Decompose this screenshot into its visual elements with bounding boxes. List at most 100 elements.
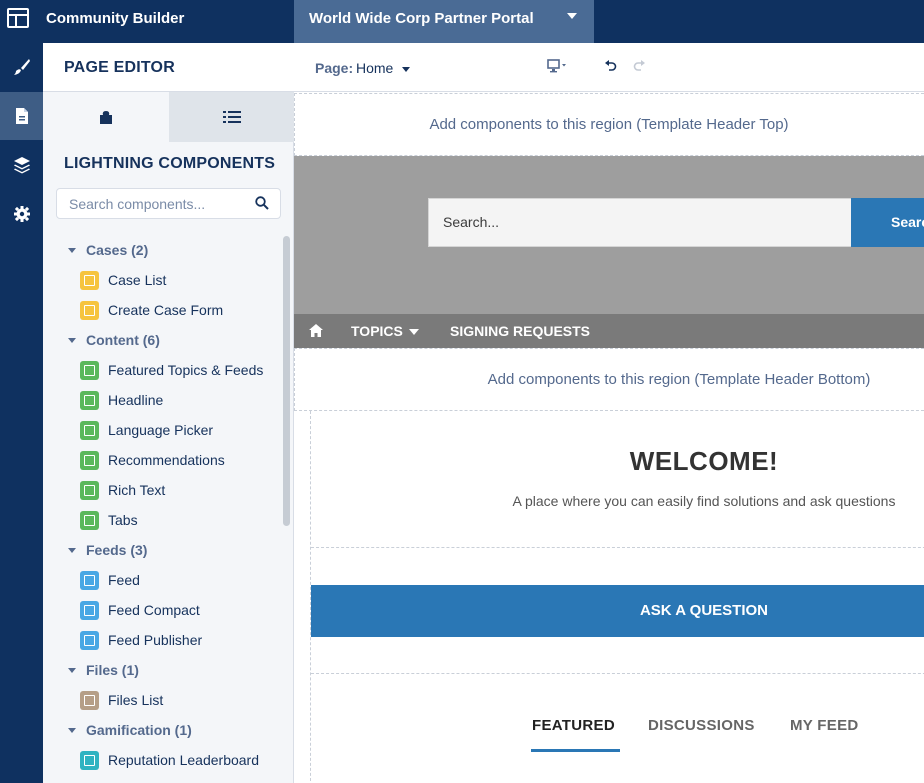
chevron-down-icon — [68, 727, 76, 733]
chevron-down-icon[interactable] — [409, 329, 419, 335]
feed-icon — [80, 570, 99, 590]
welcome-subtitle: A place where you can easily find soluti… — [512, 493, 896, 509]
group-feeds[interactable]: Feeds (3) — [43, 535, 281, 565]
panel-title: PAGE EDITOR — [64, 59, 175, 76]
region-header-bottom[interactable]: Add components to this region (Template … — [294, 348, 924, 411]
hero-search-button[interactable]: Search — [851, 198, 924, 247]
ask-question-button[interactable]: ASK A QUESTION — [311, 585, 924, 637]
component-rich-text[interactable]: Rich Text — [43, 475, 281, 505]
tab-discussions[interactable]: DISCUSSIONS — [648, 717, 755, 734]
settings-button[interactable] — [0, 190, 43, 238]
group-gamification[interactable]: Gamification (1) — [43, 715, 281, 745]
region-placeholder: Add components to this region (Template … — [487, 371, 871, 388]
topics-icon — [80, 360, 99, 380]
page-canvas: Page: Home Add components to this region… — [294, 43, 924, 783]
form-icon — [80, 300, 99, 320]
group-label: Gamification (1) — [86, 722, 192, 738]
tabs-icon — [80, 510, 99, 530]
section-title: LIGHTNING COMPONENTS — [64, 155, 276, 172]
page-editor-panel: PAGE EDITOR LIGHTNING COMPONENTS Cases (… — [43, 43, 294, 783]
chevron-down-icon — [68, 337, 76, 343]
component-files-list[interactable]: Files List — [43, 685, 281, 715]
welcome-component[interactable]: WELCOME! A place where you can easily fi… — [311, 411, 924, 548]
component-language-picker[interactable]: Language Picker — [43, 415, 281, 445]
component-create-case-form[interactable]: Create Case Form — [43, 295, 281, 325]
component-label: Feed Publisher — [108, 632, 203, 648]
tab-my-feed[interactable]: MY FEED — [790, 717, 859, 734]
content-region: WELCOME! A place where you can easily fi… — [310, 411, 924, 783]
region-placeholder: Add components to this region (Template … — [429, 116, 789, 133]
component-reputation-leaderboard[interactable]: Reputation Leaderboard — [43, 745, 281, 775]
search-icon[interactable] — [255, 196, 269, 210]
component-featured-topics[interactable]: Featured Topics & Feeds — [43, 355, 281, 385]
canvas-toolbar: Page: Home — [294, 43, 924, 92]
component-label: Featured Topics & Feeds — [108, 362, 264, 378]
chevron-down-icon — [68, 547, 76, 553]
component-tabs[interactable]: Tabs — [43, 505, 281, 535]
component-label: Feed Compact — [108, 602, 200, 618]
ask-question-label: ASK A QUESTION — [639, 602, 769, 619]
chevron-down-icon — [68, 667, 76, 673]
group-label: Files (1) — [86, 662, 139, 678]
component-label: Recommendations — [108, 452, 225, 468]
home-icon[interactable] — [308, 323, 324, 338]
theme-button[interactable] — [0, 43, 43, 91]
puzzle-icon — [100, 111, 112, 124]
page-icon — [15, 108, 28, 124]
group-cases[interactable]: Cases (2) — [43, 235, 281, 265]
layers-button[interactable] — [0, 141, 43, 189]
tab-components[interactable] — [43, 92, 169, 142]
nav-signing-requests[interactable]: SIGNING REQUESTS — [450, 323, 590, 339]
list-icon — [80, 270, 99, 290]
component-feed-compact[interactable]: Feed Compact — [43, 595, 281, 625]
panel-scrollbar[interactable] — [283, 236, 290, 526]
desktop-device-icon[interactable] — [547, 59, 571, 73]
builder-layout-icon[interactable] — [7, 8, 29, 28]
list-icon — [222, 111, 241, 123]
redo-icon[interactable] — [633, 60, 646, 73]
site-name: World Wide Corp Partner Portal — [309, 10, 534, 27]
group-content[interactable]: Content (6) — [43, 325, 281, 355]
paintbrush-icon — [13, 59, 30, 75]
panel-header: PAGE EDITOR — [43, 43, 294, 92]
top-bar: Community Builder World Wide Corp Partne… — [0, 0, 924, 43]
undo-icon[interactable] — [604, 60, 617, 73]
component-label: Create Case Form — [108, 302, 224, 318]
app-title: Community Builder — [46, 10, 185, 27]
group-files[interactable]: Files (1) — [43, 655, 281, 685]
active-tab-indicator — [531, 749, 620, 752]
component-label: Language Picker — [108, 422, 214, 438]
component-feed[interactable]: Feed — [43, 565, 281, 595]
component-search[interactable] — [56, 188, 281, 219]
leaderboard-icon — [80, 750, 99, 770]
hero-search-input[interactable]: Search... — [428, 198, 852, 247]
gear-icon — [13, 206, 30, 222]
component-case-list[interactable]: Case List — [43, 265, 281, 295]
component-label: Files List — [108, 692, 164, 708]
page-selector[interactable]: Home — [356, 60, 393, 76]
files-icon — [80, 690, 99, 710]
search-input[interactable] — [57, 189, 242, 218]
component-recommendations[interactable]: Recommendations — [43, 445, 281, 475]
feed-tabs: FEATURED DISCUSSIONS MY FEED — [311, 674, 924, 783]
chevron-down-icon[interactable] — [402, 67, 410, 72]
component-label: Case List — [108, 272, 167, 288]
tab-outline[interactable] — [169, 92, 294, 142]
feed-compact-icon — [80, 600, 99, 620]
nav-topics[interactable]: TOPICS — [351, 323, 403, 339]
chevron-down-icon — [567, 13, 577, 19]
recommendations-icon — [80, 450, 99, 470]
group-label: Cases (2) — [86, 242, 149, 258]
component-label: Tabs — [108, 512, 138, 528]
page-editor-button[interactable] — [0, 92, 43, 140]
nav-menu: TOPICS SIGNING REQUESTS — [294, 314, 924, 348]
component-feed-publisher[interactable]: Feed Publisher — [43, 625, 281, 655]
tab-featured[interactable]: FEATURED — [532, 717, 615, 734]
component-label: Headline — [108, 392, 164, 408]
component-label: Reputation Leaderboard — [108, 752, 260, 768]
component-headline[interactable]: Headline — [43, 385, 281, 415]
chevron-down-icon — [68, 247, 76, 253]
group-label: Feeds (3) — [86, 542, 148, 558]
region-header-top[interactable]: Add components to this region (Template … — [294, 93, 924, 156]
site-switcher[interactable]: World Wide Corp Partner Portal — [294, 0, 594, 43]
